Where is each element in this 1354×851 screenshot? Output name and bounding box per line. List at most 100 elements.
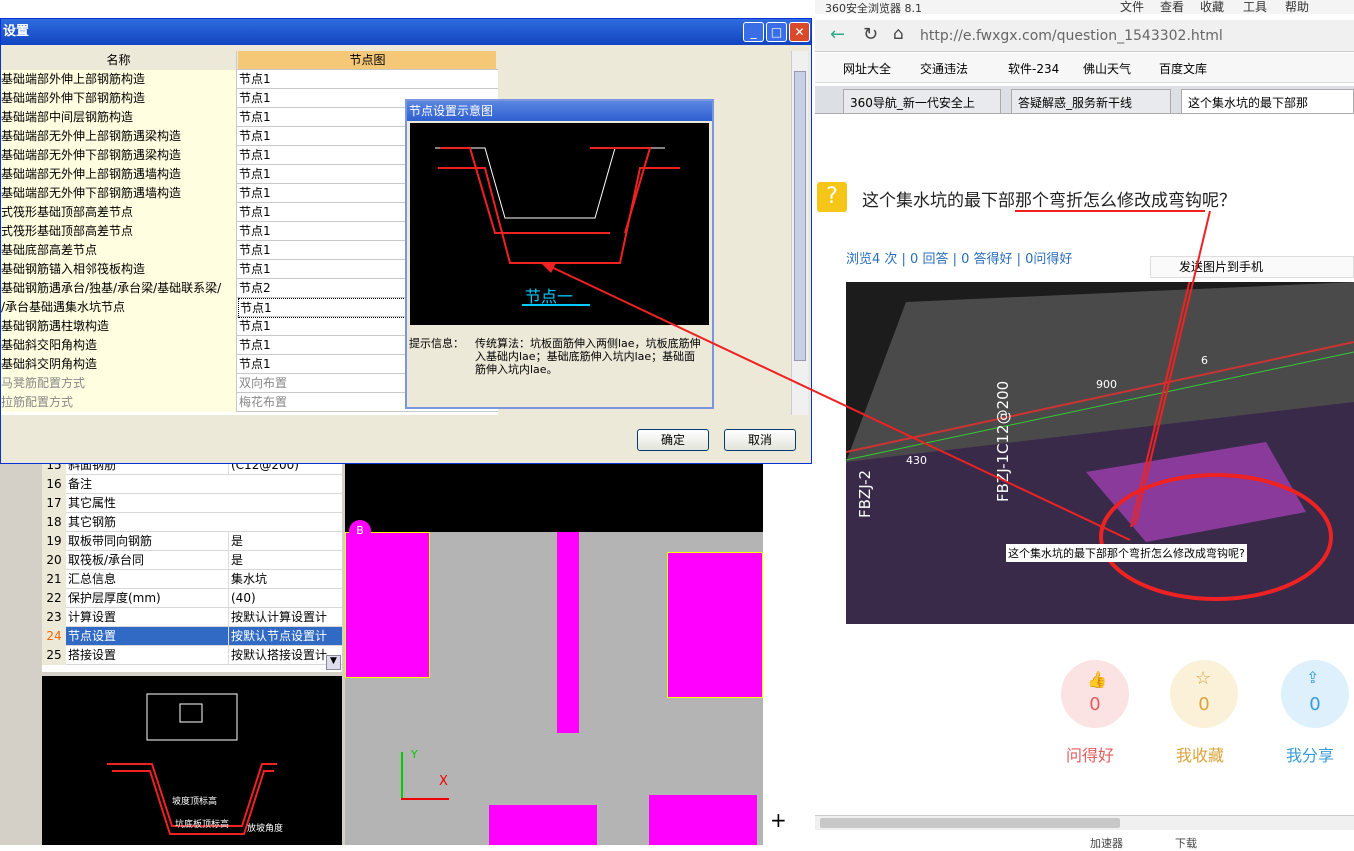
property-row[interactable]: 24 节点设置 按默认节点设置计 bbox=[42, 627, 342, 646]
property-value: 按默认节点设置计 bbox=[228, 627, 336, 645]
cad-section-drawing: 坡度顶标高 坑底板顶标高 放坡角度 bbox=[42, 676, 342, 845]
node-diagram-panel: 节点设置示意图 节点一 提示信息： 传统算法：坑板面筋伸入两侧lae，坑板底筋伸… bbox=[405, 99, 714, 409]
tab-dayi[interactable]: 答疑解惑_服务新干线 bbox=[1011, 89, 1171, 113]
maximize-button[interactable]: □ bbox=[766, 22, 787, 42]
scroll-thumb[interactable] bbox=[820, 818, 1120, 828]
property-row[interactable]: 20 取筏板/承台同 是 bbox=[42, 551, 342, 570]
refresh-icon[interactable]: ↻ bbox=[863, 24, 878, 45]
axis-y-label: Y bbox=[411, 748, 418, 761]
share-icon: ⇪ bbox=[1306, 668, 1320, 687]
draw-label-bottom: 坑底板顶标高 bbox=[175, 820, 230, 830]
back-icon[interactable]: ← bbox=[830, 24, 845, 45]
node-caption: 节点一 bbox=[525, 287, 574, 306]
cad-canvas[interactable]: B Y X bbox=[345, 462, 763, 845]
photo-drawing bbox=[846, 282, 1354, 624]
question-header: ? 这个集水坑的最下部那个弯折怎么修改成弯钩呢？ bbox=[815, 180, 1354, 220]
fav-traffic[interactable]: 交通违法 bbox=[920, 60, 968, 77]
photo-caption: 这个集水坑的最下部那个弯折怎么修改成弯钩呢? bbox=[1006, 544, 1247, 562]
tab-question[interactable]: 这个集水坑的最下部那 bbox=[1181, 89, 1354, 113]
grid-scroll-thumb[interactable] bbox=[794, 71, 806, 361]
setting-name: 基础斜交阳角构造 bbox=[1, 336, 237, 355]
minimize-button[interactable]: _ bbox=[743, 22, 764, 42]
favorites-bar: 网址大全 交通违法 软件-234 佛山天气 百度文库 bbox=[815, 53, 1354, 83]
props-scroll-down[interactable]: ▼ bbox=[326, 655, 341, 670]
statusbar-accelerator[interactable]: 加速器 bbox=[1090, 835, 1123, 851]
property-name: 汇总信息 bbox=[68, 572, 117, 586]
property-row[interactable]: 18 其它钢筋 bbox=[42, 513, 342, 532]
statusbar-download[interactable]: 下载 bbox=[1175, 835, 1197, 851]
setting-name: 拉筋配置方式 bbox=[1, 393, 237, 412]
property-row[interactable]: 25 搭接设置 按默认搭接设置计 bbox=[42, 646, 342, 665]
ok-button[interactable]: 确定 bbox=[637, 429, 709, 451]
setting-name: 基础端部外伸上部钢筋构造 bbox=[1, 70, 237, 89]
question-stats: 浏览4 次 | 0 回答 | 0 答得好 | 0问得好 bbox=[846, 252, 1073, 267]
thumb-icon: 👍 bbox=[1087, 670, 1107, 689]
setting-name: 基础端部无外伸上部钢筋遇梁构造 bbox=[1, 127, 237, 146]
menu-tools[interactable]: 工具 bbox=[1243, 0, 1267, 15]
property-name: 其它钢筋 bbox=[68, 515, 117, 529]
grid-header: 名称 节点图 bbox=[1, 51, 498, 70]
property-name: 计算设置 bbox=[68, 610, 117, 624]
cancel-button[interactable]: 取消 bbox=[724, 429, 796, 451]
property-index: 17 bbox=[42, 494, 66, 513]
share-label: 我分享 bbox=[1286, 746, 1335, 765]
col-node-header: 节点图 bbox=[238, 51, 496, 69]
property-name: 取板带同向钢筋 bbox=[68, 534, 153, 548]
fav-software[interactable]: 软件-234 bbox=[1008, 60, 1059, 77]
horizontal-scrollbar[interactable] bbox=[815, 815, 1354, 830]
url-input[interactable]: http://e.fwxgx.com/question_1543302.html bbox=[920, 24, 1240, 48]
property-value: 集水坑 bbox=[228, 570, 336, 588]
tab-bar: 360导航_新一代安全上 答疑解惑_服务新干线 这个集水坑的最下部那 bbox=[815, 86, 1354, 114]
property-row[interactable]: 21 汇总信息 集水坑 bbox=[42, 570, 342, 589]
property-name: 保护层厚度(mm) bbox=[68, 591, 161, 605]
send-to-phone-button[interactable]: 发送图片到手机 bbox=[1150, 256, 1354, 278]
menu-file[interactable]: 文件 bbox=[1120, 0, 1144, 15]
setting-name: 式筏形基础顶部高差节点 bbox=[1, 222, 237, 241]
like-label: 问得好 bbox=[1066, 746, 1115, 765]
axis-x-label: X bbox=[439, 774, 448, 789]
menu-favorites[interactable]: 收藏 bbox=[1200, 0, 1224, 15]
property-name: 节点设置 bbox=[68, 629, 117, 643]
menu-view[interactable]: 查看 bbox=[1160, 0, 1184, 15]
setting-name: /承台基础遇集水坑节点 bbox=[1, 298, 237, 317]
photo-label-430: 430 bbox=[906, 454, 927, 467]
like-button[interactable]: 👍 0 bbox=[1061, 660, 1129, 728]
fav-wenku[interactable]: 百度文库 bbox=[1159, 60, 1207, 77]
new-tab-icon[interactable]: + bbox=[770, 808, 787, 832]
setting-name: 基础钢筋遇承台/独基/承台梁/基础联系梁/ bbox=[1, 279, 237, 298]
setting-name: 基础端部无外伸上部钢筋遇墙构造 bbox=[1, 165, 237, 184]
property-name: 备注 bbox=[68, 477, 93, 491]
setting-value[interactable]: 节点1 bbox=[238, 70, 496, 88]
property-row[interactable]: 19 取板带同向钢筋 是 bbox=[42, 532, 342, 551]
share-button[interactable]: ⇪ 0 bbox=[1281, 660, 1349, 728]
draw-label-slope: 放坡角度 bbox=[247, 824, 284, 834]
property-row[interactable]: 17 其它属性 bbox=[42, 494, 342, 513]
property-row[interactable]: 23 计算设置 按默认计算设置计 bbox=[42, 608, 342, 627]
question-photo[interactable]: FBZJ-2 FBZJ-1C12@200 900 6 430 这个集水坑的最下部… bbox=[846, 282, 1354, 624]
home-icon[interactable]: ⌂ bbox=[893, 24, 904, 44]
setting-name: 基础钢筋锚入相邻筏板构造 bbox=[1, 260, 237, 279]
close-button[interactable]: ✕ bbox=[789, 22, 810, 42]
property-index: 20 bbox=[42, 551, 66, 570]
node-diagram: 节点一 bbox=[410, 123, 709, 325]
favorite-button[interactable]: ☆ 0 bbox=[1170, 660, 1238, 728]
tab-360nav[interactable]: 360导航_新一代安全上 bbox=[843, 89, 1001, 113]
browser-title-bar: 360安全浏览器 8.1 文件 查看 收藏 工具 帮助 bbox=[815, 0, 1354, 15]
photo-label-900: 900 bbox=[1096, 378, 1117, 391]
property-index: 22 bbox=[42, 589, 66, 608]
property-name: 其它属性 bbox=[68, 496, 117, 510]
setting-name: 基础端部无外伸下部钢筋遇墙构造 bbox=[1, 184, 237, 203]
setting-name: 基础端部外伸下部钢筋构造 bbox=[1, 89, 237, 108]
settings-row[interactable]: 基础端部外伸上部钢筋构造 节点1 bbox=[1, 70, 498, 89]
property-index: 19 bbox=[42, 532, 66, 551]
property-row[interactable]: 16 备注 bbox=[42, 475, 342, 494]
fav-daohang[interactable]: 网址大全 bbox=[843, 60, 891, 77]
fav-weather[interactable]: 佛山天气 bbox=[1083, 60, 1131, 77]
property-row[interactable]: 22 保护层厚度(mm) (40) bbox=[42, 589, 342, 608]
setting-name: 基础斜交阴角构造 bbox=[1, 355, 237, 374]
property-index: 21 bbox=[42, 570, 66, 589]
menu-help[interactable]: 帮助 bbox=[1285, 0, 1309, 15]
grid-scrollbar[interactable] bbox=[791, 51, 808, 415]
property-name: 取筏板/承台同 bbox=[68, 553, 145, 567]
hint-text: 传统算法：坑板面筋伸入两侧lae，坑板底筋伸入基础内lae；基础底筋伸入坑内la… bbox=[475, 337, 701, 376]
